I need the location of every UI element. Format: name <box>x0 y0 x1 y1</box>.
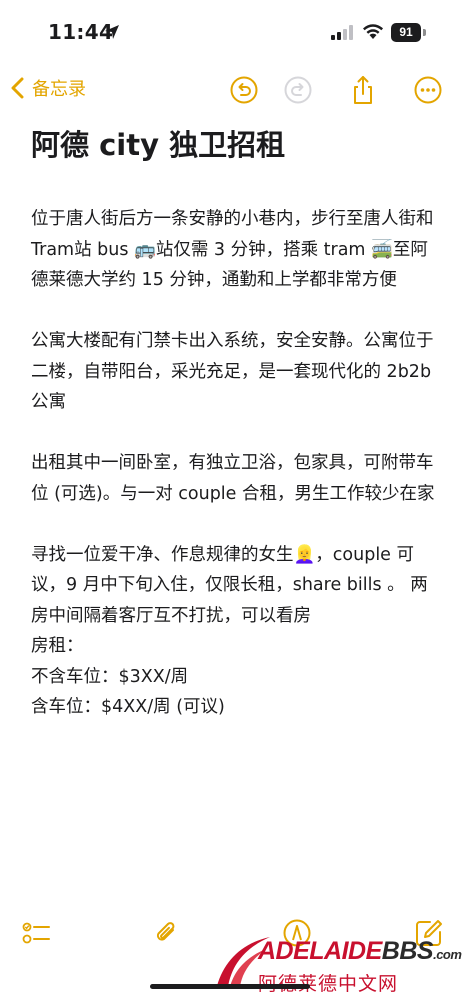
rent-with-parking[interactable]: 含车位：$4XX/周 (可议) <box>31 692 441 723</box>
back-button[interactable]: 备忘录 <box>10 75 86 101</box>
home-indicator[interactable] <box>150 984 310 989</box>
share-icon[interactable] <box>348 75 378 105</box>
watermark-chinese: 阿德莱德中文网 <box>258 973 399 995</box>
checklist-icon[interactable] <box>21 918 51 948</box>
status-bar: 11:44 91 <box>0 0 462 66</box>
compose-icon[interactable] <box>414 918 444 948</box>
chevron-left-icon <box>11 77 24 99</box>
navigation-bar: 备忘录 <box>0 66 462 114</box>
cellular-signal-icon <box>331 25 353 40</box>
markup-pen-icon[interactable] <box>282 918 312 948</box>
battery-tip <box>423 29 426 36</box>
more-icon[interactable] <box>413 75 443 105</box>
note-paragraph[interactable]: 公寓大楼配有门禁卡出入系统，安全安静。公寓位于二楼，自带阳台，采光充足，是一套现… <box>31 326 441 418</box>
location-arrow-icon <box>105 25 119 39</box>
rent-label[interactable]: 房租： <box>31 631 441 662</box>
redo-icon[interactable] <box>283 75 313 105</box>
note-paragraph[interactable]: 寻找一位爱干净、作息规律的女生👱‍♀️，couple 可议，9 月中下旬入住，仅… <box>31 540 441 632</box>
note-body[interactable]: 阿德 city 独卫招租 位于唐人街后方一条安静的小巷内，步行至唐人街和Tram… <box>31 124 441 723</box>
note-paragraph[interactable]: 位于唐人街后方一条安静的小巷内，步行至唐人街和Tram站 bus 🚌站仅需 3 … <box>31 204 441 296</box>
paperclip-icon[interactable] <box>152 918 182 948</box>
bottom-toolbar <box>0 910 462 960</box>
note-title[interactable]: 阿德 city 独卫招租 <box>31 124 441 166</box>
note-paragraph[interactable]: 出租其中一间卧室，有独立卫浴，包家具，可附带车位 (可选)。与一对 couple… <box>31 448 441 509</box>
undo-icon[interactable] <box>229 75 259 105</box>
rent-without-parking[interactable]: 不含车位：$3XX/周 <box>31 662 441 693</box>
battery-indicator: 91 <box>391 23 421 42</box>
wifi-icon <box>363 24 383 39</box>
back-label: 备忘录 <box>32 79 86 99</box>
